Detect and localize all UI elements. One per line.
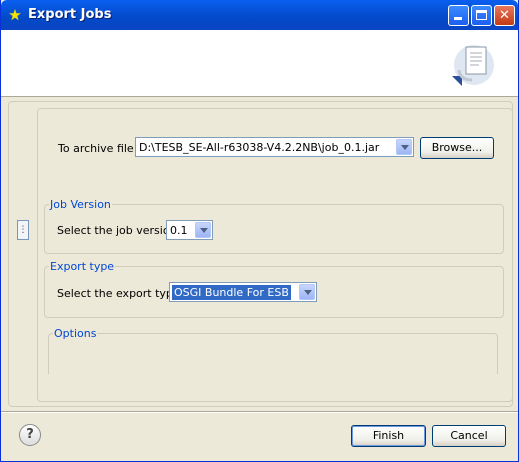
minimize-button[interactable] — [448, 5, 469, 26]
window-title: Export Jobs — [28, 7, 112, 22]
title-bar[interactable]: ★ Export Jobs ✕ — [1, 0, 518, 30]
help-icon[interactable]: ? — [19, 424, 41, 446]
close-icon: ✕ — [499, 8, 510, 23]
archive-file-combo[interactable]: D:\TESB_SE-All-r63038-V4.2.2NB\job_0.1.j… — [135, 137, 414, 157]
export-jobs-dialog: ★ Export Jobs ✕ ⋮ To archive file: D:\TE… — [0, 0, 519, 462]
options-group: Options — [48, 327, 498, 374]
finish-button[interactable]: Finish — [351, 425, 426, 447]
job-version-label: Select the job version — [57, 224, 177, 237]
collapse-tree-toggle[interactable]: ⋮ — [17, 220, 29, 240]
export-type-value: OSGI Bundle For ESB — [172, 285, 291, 300]
talend-star-icon: ★ — [8, 6, 22, 24]
browse-button[interactable]: Browse... — [420, 137, 494, 159]
maximize-button[interactable] — [471, 5, 492, 26]
job-version-select[interactable]: 0.1 — [166, 220, 213, 240]
wizard-banner — [1, 30, 518, 97]
archive-file-value: D:\TESB_SE-All-r63038-V4.2.2NB\job_0.1.j… — [139, 141, 380, 154]
chevron-down-icon[interactable] — [299, 284, 315, 300]
export-wizard-icon — [452, 45, 494, 86]
export-type-group-title: Export type — [49, 260, 116, 273]
job-version-value: 0.1 — [170, 224, 188, 237]
archive-file-label: To archive file: — [58, 142, 138, 155]
export-type-select[interactable]: OSGI Bundle For ESB — [169, 282, 317, 302]
close-button[interactable]: ✕ — [494, 5, 515, 26]
chevron-down-icon[interactable] — [195, 222, 211, 238]
chevron-down-icon[interactable] — [396, 139, 412, 155]
job-version-group-title: Job Version — [49, 198, 112, 211]
options-group-title: Options — [53, 327, 98, 340]
maximize-icon — [476, 10, 487, 20]
cancel-button[interactable]: Cancel — [432, 425, 506, 447]
minimize-icon — [454, 17, 462, 20]
footer-separator — [1, 411, 518, 413]
export-type-label: Select the export type — [57, 287, 180, 300]
